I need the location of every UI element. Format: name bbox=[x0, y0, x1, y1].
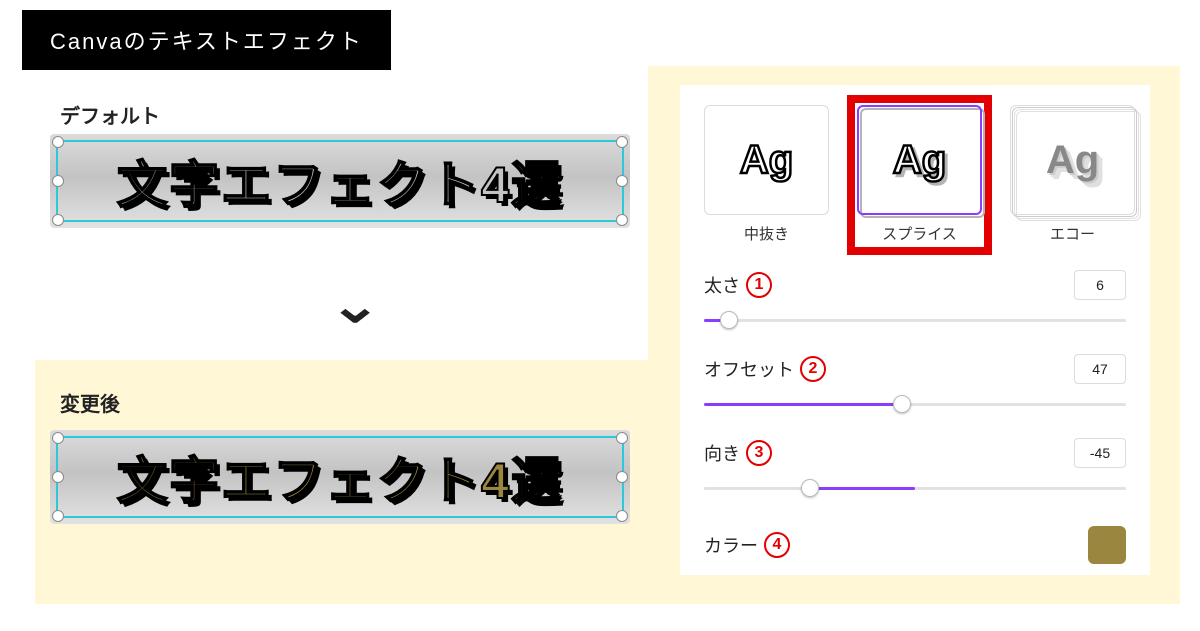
sample-default-text: 文字エフェクト4選 bbox=[50, 134, 630, 228]
effect-options-row: Ag 中抜き Ag スプライス Ag エコー bbox=[704, 105, 1126, 244]
slider-thumb[interactable] bbox=[893, 395, 911, 413]
effect-thumb-echo: Ag bbox=[1010, 105, 1135, 215]
color-swatch[interactable] bbox=[1088, 526, 1126, 564]
effect-thumb-hollow: Ag bbox=[704, 105, 829, 215]
effect-option-splice[interactable]: Ag スプライス bbox=[857, 105, 982, 244]
effect-thumb-splice: Ag bbox=[857, 105, 982, 215]
thickness-label: 太さ bbox=[704, 272, 740, 298]
slider-fill bbox=[810, 487, 916, 490]
control-direction: 向き 3 -45 bbox=[704, 438, 1126, 468]
offset-slider[interactable] bbox=[704, 394, 1126, 414]
sample-after-text: 文字エフェクト4選 bbox=[50, 430, 630, 524]
offset-label: オフセット bbox=[704, 356, 794, 382]
thickness-value[interactable]: 6 bbox=[1074, 270, 1126, 300]
control-color: カラー 4 bbox=[704, 526, 1126, 564]
label-default: デフォルト bbox=[60, 100, 160, 129]
color-label: カラー bbox=[704, 532, 758, 558]
effect-label-splice: スプライス bbox=[882, 223, 957, 244]
slider-thumb[interactable] bbox=[801, 479, 819, 497]
effect-option-echo[interactable]: Ag エコー bbox=[1010, 105, 1135, 244]
label-after: 変更後 bbox=[60, 388, 120, 417]
annotation-badge-3: 3 bbox=[746, 440, 772, 466]
tutorial-title: Canvaのテキストエフェクト bbox=[22, 10, 391, 70]
control-offset: オフセット 2 47 bbox=[704, 354, 1126, 384]
annotation-badge-1: 1 bbox=[746, 272, 772, 298]
slider-track bbox=[704, 319, 1126, 322]
direction-slider[interactable] bbox=[704, 478, 1126, 498]
offset-value[interactable]: 47 bbox=[1074, 354, 1126, 384]
direction-value[interactable]: -45 bbox=[1074, 438, 1126, 468]
control-thickness: 太さ 1 6 bbox=[704, 270, 1126, 300]
slider-track bbox=[704, 487, 1126, 490]
annotation-badge-2: 2 bbox=[800, 356, 826, 382]
thickness-slider[interactable] bbox=[704, 310, 1126, 330]
effect-label-echo: エコー bbox=[1050, 223, 1095, 244]
effects-panel: Ag 中抜き Ag スプライス Ag エコー 太さ 1 6 bbox=[680, 85, 1150, 575]
sample-after[interactable]: 文字エフェクト4選 bbox=[50, 430, 630, 524]
slider-fill bbox=[704, 403, 902, 406]
chevron-down-icon: ⌄ bbox=[329, 278, 381, 334]
annotation-badge-4: 4 bbox=[764, 532, 790, 558]
slider-thumb[interactable] bbox=[720, 311, 738, 329]
controls: 太さ 1 6 オフセット 2 47 向き 3 bbox=[704, 270, 1126, 564]
sample-default[interactable]: 文字エフェクト4選 bbox=[50, 134, 630, 228]
effect-label-hollow: 中抜き bbox=[744, 223, 789, 244]
direction-label: 向き bbox=[704, 440, 740, 466]
effect-option-hollow[interactable]: Ag 中抜き bbox=[704, 105, 829, 244]
